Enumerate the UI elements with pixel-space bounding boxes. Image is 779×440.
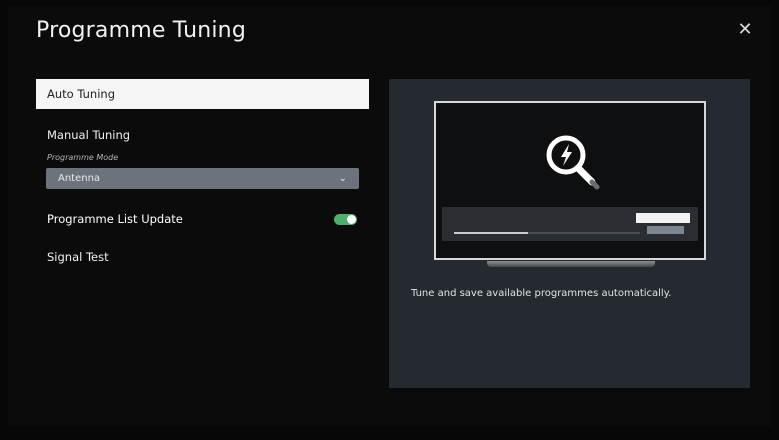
toggle-knob — [347, 215, 356, 224]
panel-description: Tune and save available programmes autom… — [411, 288, 672, 299]
tuning-menu: Auto Tuning Manual Tuning Programme Mode… — [36, 79, 369, 266]
info-panel: Tune and save available programmes autom… — [389, 79, 750, 388]
tv-settings-screen: Programme Tuning ✕ Auto Tuning Manual Tu… — [0, 0, 779, 440]
close-button[interactable]: ✕ — [735, 20, 755, 40]
programme-list-update-label: Programme List Update — [47, 212, 183, 226]
programme-mode-select[interactable]: Antenna ⌄ — [46, 168, 359, 189]
dialog-secondary-button-shape — [647, 226, 684, 234]
menu-item-signal-test[interactable]: Signal Test — [36, 248, 369, 266]
menu-item-programme-list-update[interactable]: Programme List Update — [36, 210, 369, 228]
dialog-primary-button-shape — [636, 213, 690, 223]
menu-item-auto-tuning[interactable]: Auto Tuning — [36, 79, 369, 109]
tuning-progress-dialog — [442, 207, 698, 241]
close-icon: ✕ — [737, 19, 753, 40]
tv-stand — [487, 261, 655, 267]
page-title: Programme Tuning — [36, 18, 246, 43]
menu-item-manual-tuning[interactable]: Manual Tuning — [36, 125, 369, 145]
programme-mode-label: Programme Mode — [47, 153, 119, 162]
programme-list-update-toggle[interactable] — [334, 214, 357, 225]
search-lightning-icon — [546, 135, 600, 190]
tuning-progress-track — [454, 232, 640, 234]
programme-mode-value: Antenna — [58, 173, 101, 184]
tv-illustration — [434, 101, 706, 260]
chevron-down-icon: ⌄ — [338, 173, 347, 184]
tuning-progress-fill — [454, 232, 529, 234]
